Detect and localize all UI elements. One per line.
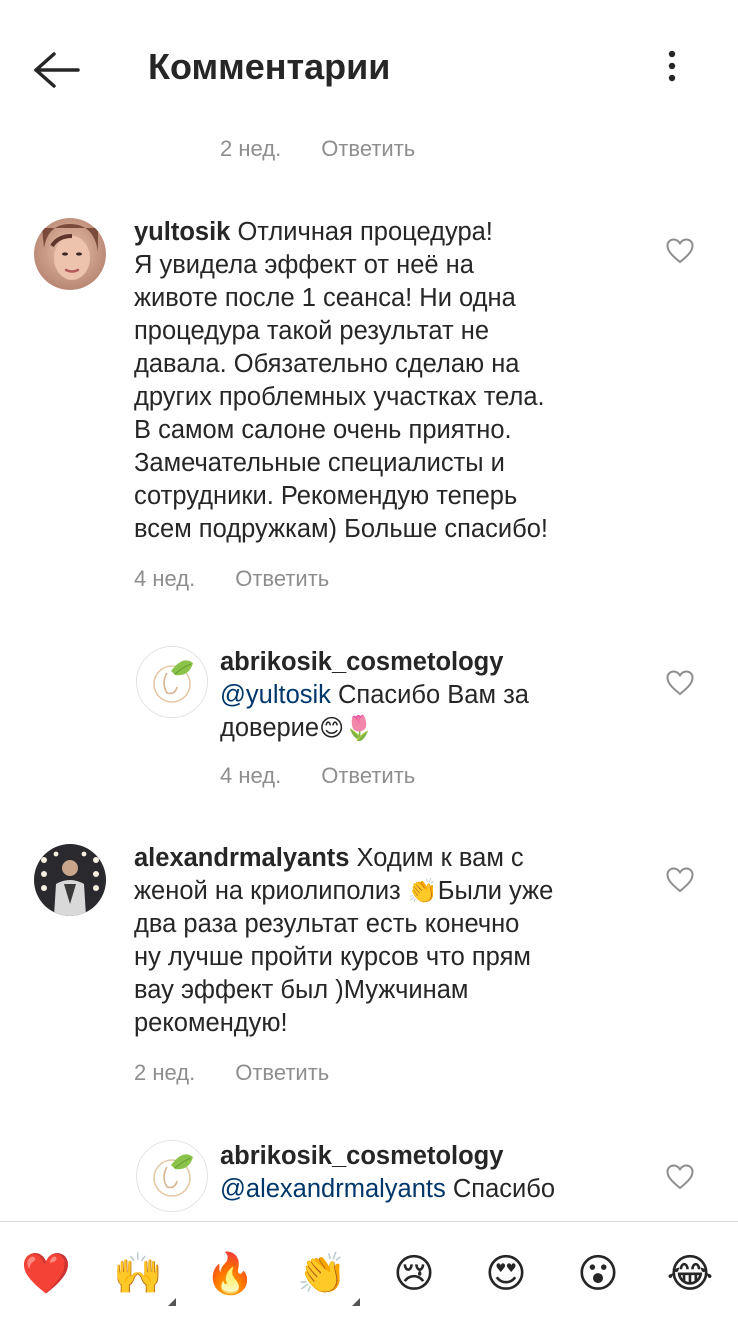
comment-line: вау эффект был )Мужчинам [134,976,469,1004]
emoji-button-surprised[interactable]: 😮 [568,1244,628,1304]
comment-line: В самом салоне очень приятно. [134,416,512,444]
comment-line: Замечательные специалисты и [134,449,505,477]
comment-line: Я увидела эффект от неё на [134,251,474,279]
heart-outline-icon [666,867,694,893]
comment-meta: 2 нед. Ответить [134,1060,329,1086]
reply-button[interactable]: Ответить [235,1060,329,1085]
comment-line: женой на криолиполиз [134,877,401,905]
reply-button[interactable]: Ответить [321,136,415,161]
emoji-button-raising-hands[interactable]: 🙌 [108,1244,176,1306]
emoji-button-clap[interactable]: 👏 [292,1244,360,1306]
comment-username[interactable]: abrikosik_cosmetology [220,1140,555,1173]
brand-logo-avatar [137,1141,207,1211]
clapping-hands-emoji: 👏 [297,1251,347,1297]
comment-meta: 4 нед. Ответить [220,763,415,789]
comment-time: 2 нед. [134,1060,196,1085]
emoji-button-crying[interactable]: 😢 [384,1244,444,1304]
comment-text: abrikosik_cosmetology @alexandrmalyants … [220,1140,555,1206]
clapping-hands-emoji: 👏 [407,877,438,905]
comment-line: Спасибо Вам за [338,681,529,709]
reply-button[interactable]: Ответить [235,566,329,591]
like-button[interactable] [666,670,694,696]
header-bar: Комментарии [0,0,738,136]
skin-tone-indicator-icon [352,1298,360,1306]
comment-line: давала. Обязательно сделаю на [134,350,520,378]
comment-line: два раза результат есть конечно [134,910,520,938]
arrow-left-icon [34,52,80,88]
avatar[interactable] [34,218,106,290]
emoji-button-fire[interactable]: 🔥 [200,1244,260,1304]
tears-of-joy-emoji: 😂 [666,1251,714,1297]
raising-hands-emoji: 🙌 [113,1251,163,1297]
fire-emoji: 🔥 [205,1251,255,1297]
more-vertical-icon [668,50,676,82]
user-photo-avatar [34,844,106,916]
crying-face-emoji: 😢 [393,1251,435,1297]
skin-tone-indicator-icon [168,1298,176,1306]
heart-outline-icon [666,238,694,264]
like-button[interactable] [666,867,694,893]
red-heart-emoji: ❤️ [21,1251,71,1297]
emoji-button-heart-eyes[interactable]: 😍 [476,1244,536,1304]
comment-time: 4 нед. [134,566,196,591]
heart-outline-icon [666,1164,694,1190]
avatar[interactable] [34,844,106,916]
comment-line: сотрудники. Рекомендую теперь [134,482,518,510]
mention-link[interactable]: @alexandrmalyants [220,1175,446,1203]
comment-line: животе после 1 сеанса! Ни одна [134,284,516,312]
like-button[interactable] [666,238,694,264]
page-title: Комментарии [148,46,391,87]
comment-line: рекомендую! [134,1009,288,1037]
heart-eyes-emoji: 😍 [485,1251,527,1297]
comment-line: Ходим к вам с [356,844,524,872]
comment-meta: 2 нед. Ответить [220,136,415,162]
comment-line: ну лучше пройти курсов что прям [134,943,531,971]
comment-line: Отличная процедура! [237,218,493,246]
comment-meta: 4 нед. Ответить [134,566,329,592]
comment-line: Спасибо [452,1175,556,1203]
brand-logo-avatar [137,647,207,717]
comment-line: Были уже [437,877,554,905]
comments-list[interactable]: 2 нед. Ответить yultosik Отличная процеду… [0,136,738,1221]
comment-text: abrikosik_cosmetology @yultosik Спасибо … [220,646,529,745]
comment-text: yultosik Отличная процедура! Я увидела э… [134,216,548,546]
comment-time: 4 нед. [220,763,282,788]
heart-outline-icon [666,670,694,696]
back-button[interactable] [30,48,86,92]
comment-text: alexandrmalyants Ходим к вам с женой на … [134,842,553,1040]
reply-button[interactable]: Ответить [321,763,415,788]
emoji-button-heart[interactable]: ❤️ [16,1244,76,1304]
comment-username[interactable]: yultosik [134,218,230,246]
comment-time: 2 нед. [220,136,282,161]
avatar[interactable] [136,1140,208,1212]
more-options-button[interactable] [656,44,688,92]
comment-line: доверие [220,714,320,742]
user-photo-avatar [34,218,106,290]
comment-username[interactable]: abrikosik_cosmetology [220,646,529,679]
avatar[interactable] [136,646,208,718]
surprised-face-emoji: 😮 [577,1251,619,1297]
quick-reaction-bar: ❤️ 🙌 🔥 👏 😢 😍 😮 😂 [0,1221,738,1328]
comment-line: всем подружкам) Больше спасибо! [134,515,548,543]
smile-tulip-emoji: 😊🌷 [319,714,375,742]
comment-line: процедура такой результат не [134,317,490,345]
like-button[interactable] [666,1164,694,1190]
comment-username[interactable]: alexandrmalyants [134,844,349,872]
emoji-button-laughing[interactable]: 😂 [660,1244,720,1304]
comment-line: других проблемных участках тела. [134,383,545,411]
mention-link[interactable]: @yultosik [220,681,331,709]
